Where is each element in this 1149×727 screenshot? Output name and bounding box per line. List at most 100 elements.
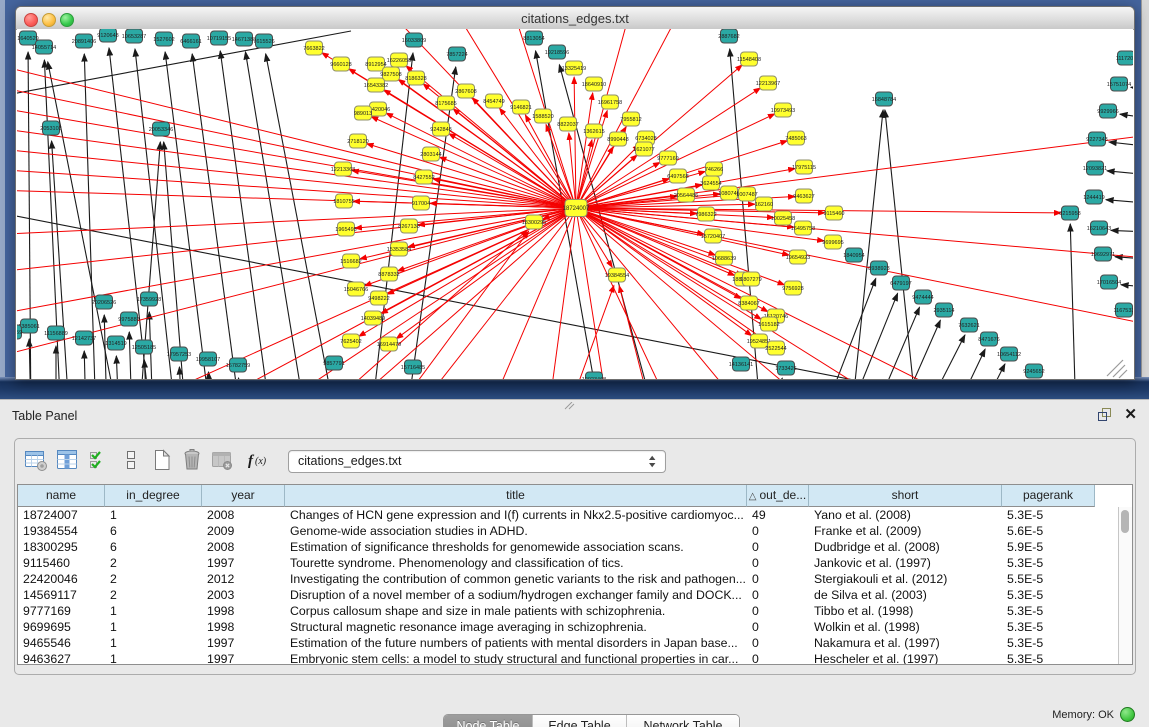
graph-node[interactable]: 9777169 (657, 151, 678, 165)
graph-edge[interactable] (619, 286, 656, 379)
graph-node[interactable]: 12093821 (1083, 161, 1107, 175)
graph-node[interactable]: 9756928 (782, 281, 803, 295)
graph-node[interactable]: 10973493 (771, 103, 795, 117)
panel-resize-grip[interactable] (564, 402, 576, 410)
graph-node[interactable]: 1621077 (633, 142, 654, 156)
graph-node[interactable]: 2935114 (933, 303, 954, 317)
graph-node[interactable]: 20206526 (92, 295, 116, 309)
graph-edge[interactable] (17, 123, 576, 208)
tab-network-table[interactable]: Network Table (626, 715, 739, 727)
graph-edge[interactable] (396, 208, 576, 339)
graph-node[interactable]: 7986322 (695, 207, 716, 221)
graph-edge[interactable] (1107, 171, 1133, 177)
graph-node[interactable]: 8878332 (378, 267, 399, 281)
graph-edge[interactable] (561, 285, 614, 379)
graph-node[interactable]: 2887682 (718, 29, 739, 43)
graph-node[interactable]: 16961758 (598, 95, 622, 109)
graph-node[interactable]: 1810755 (333, 194, 354, 208)
graph-edge[interactable] (17, 208, 576, 276)
graph-node[interactable]: 1733426 (775, 361, 796, 375)
graph-edge[interactable] (576, 93, 593, 208)
graph-edge[interactable] (576, 208, 768, 312)
table-row[interactable]: 977716911998Corpus callosum shape and si… (18, 603, 1132, 619)
delete-table-icon[interactable] (179, 447, 205, 473)
graph-node[interactable]: 10653287 (122, 29, 146, 43)
graph-node[interactable]: 10688639 (712, 251, 736, 265)
graph-node[interactable]: 9660128 (330, 57, 351, 71)
graph-node[interactable]: 9929966 (1097, 104, 1118, 118)
graph-node[interactable]: 16782759 (226, 358, 250, 372)
graph-node[interactable]: 12142737 (72, 331, 96, 345)
graph-node[interactable]: 19218596 (545, 45, 569, 59)
graph-node[interactable]: 9699695 (822, 235, 843, 249)
graph-node[interactable]: 8471676 (978, 332, 999, 346)
window-titlebar[interactable]: citations_edges.txt (16, 7, 1134, 30)
graph-node[interactable]: 8454749 (483, 94, 504, 108)
graph-edge[interactable] (546, 208, 576, 379)
graph-edge[interactable] (220, 51, 271, 379)
graph-node[interactable]: 6466161 (180, 34, 201, 48)
graph-node[interactable]: 16914479 (377, 337, 401, 351)
graph-node[interactable]: 989013 (354, 106, 372, 120)
graph-node[interactable]: 10025458 (771, 211, 795, 225)
graph-node[interactable]: 16210643 (1087, 221, 1111, 235)
graph-node[interactable]: 1615182 (758, 317, 779, 331)
graph-node[interactable]: 8175685 (435, 96, 456, 110)
row-options-icon[interactable] (118, 447, 144, 473)
scrollbar-thumb[interactable] (1121, 510, 1129, 533)
graph-node[interactable]: 2718120 (347, 134, 368, 148)
graph-node[interactable]: 1588520 (532, 109, 553, 123)
table-row[interactable]: 1830029562008Estimation of significance … (18, 539, 1132, 555)
float-panel-icon[interactable] (1097, 407, 1112, 422)
column-header-short[interactable]: short (809, 485, 1002, 507)
graph-edge[interactable] (84, 54, 96, 379)
graph-node[interactable]: 1167533 (1113, 303, 1133, 317)
graph-edge[interactable] (84, 351, 86, 379)
column-header-pagerank[interactable]: pagerank (1002, 485, 1095, 507)
graph-node[interactable]: 7955812 (620, 112, 641, 126)
graph-node[interactable]: 15720407 (701, 229, 725, 243)
graph-edge[interactable] (17, 208, 576, 366)
graph-edge[interactable] (1131, 87, 1133, 93)
graph-edge[interactable] (921, 335, 965, 379)
graph-node[interactable]: 1807279 (740, 272, 761, 286)
graph-node[interactable]: 16495758 (791, 221, 815, 235)
graph-edge[interactable] (165, 52, 211, 379)
graph-node[interactable]: 14136141 (729, 357, 753, 371)
graph-node[interactable]: 8938923 (868, 261, 889, 275)
graph-edge[interactable] (885, 110, 917, 379)
column-header-name[interactable]: name (18, 485, 105, 507)
graph-node[interactable]: 17975115 (792, 160, 816, 174)
table-row[interactable]: 1872400712008Changes of HCN gene express… (18, 507, 1132, 523)
graph-node[interactable]: 939159 (17, 325, 22, 339)
table-row[interactable]: 1456911722003Disruption of a novel membe… (18, 587, 1132, 603)
graph-node[interactable]: 9120648 (97, 29, 118, 42)
graph-node[interactable]: 9227343 (1086, 132, 1107, 146)
graph-node[interactable]: 11548408 (737, 52, 761, 66)
graph-edge[interactable] (1111, 230, 1133, 233)
network-canvas[interactable]: 1872400718300295193845549660128891295416… (17, 29, 1133, 379)
graph-node[interactable]: 8813054 (523, 31, 544, 45)
graph-node[interactable]: 7632621 (958, 318, 979, 332)
graph-edge[interactable] (266, 54, 336, 379)
graph-node[interactable]: 2053103 (40, 121, 61, 135)
table-row[interactable]: 946554611997Estimation of the future num… (18, 635, 1132, 651)
graph-node[interactable]: 8384067 (738, 296, 759, 310)
table-settings-icon[interactable] (23, 447, 49, 473)
graph-node[interactable]: 19692971 (1091, 247, 1115, 261)
graph-node[interactable]: 10654112 (997, 347, 1021, 361)
graph-node[interactable]: 11156889 (44, 326, 68, 340)
network-graph[interactable]: 1872400718300295193845549660128891295416… (17, 29, 1133, 379)
graph-node[interactable]: 917004 (412, 196, 430, 210)
graph-edge[interactable] (1106, 200, 1133, 205)
graph-node[interactable]: 8215958 (1059, 206, 1080, 220)
graph-node[interactable]: 9242848 (430, 122, 451, 136)
graph-edge[interactable] (576, 208, 761, 319)
graph-node[interactable]: 14039489 (361, 311, 385, 325)
graph-node[interactable]: 3624554 (700, 176, 721, 190)
graph-edge[interactable] (129, 332, 132, 379)
column-header-out-de-[interactable]: △out_de... (747, 485, 809, 507)
graph-node[interactable]: 9975887 (118, 312, 139, 326)
graph-node[interactable]: 1117205 (1116, 51, 1133, 65)
graph-node[interactable]: 18640910 (582, 77, 606, 91)
